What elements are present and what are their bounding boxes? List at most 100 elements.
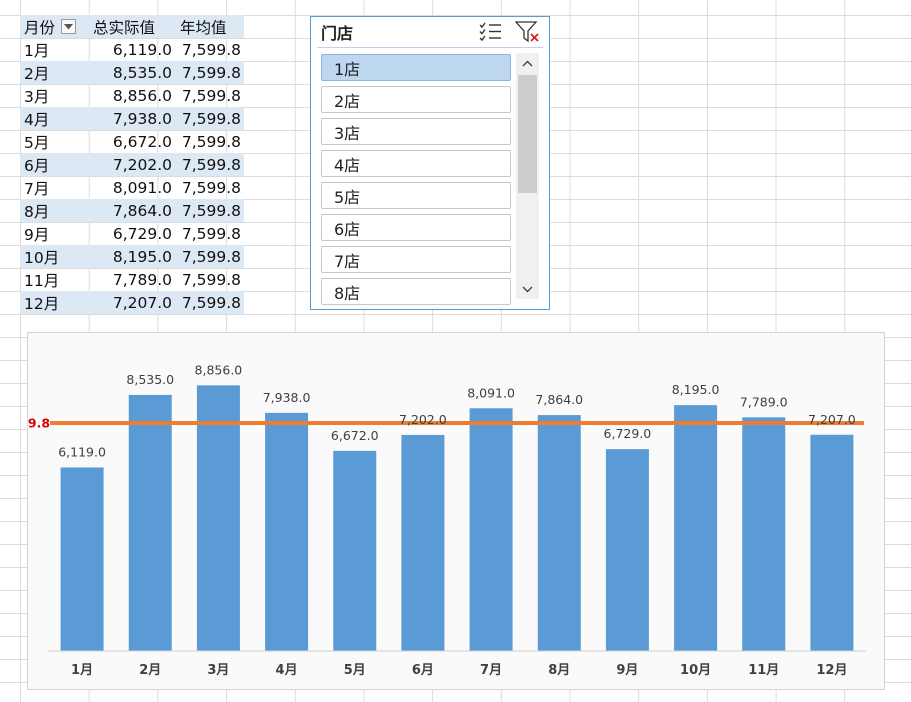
scroll-down-icon[interactable] <box>516 279 539 299</box>
data-label: 7,202.0 <box>399 412 447 427</box>
actual-cell[interactable]: 6,729.0 <box>89 225 176 243</box>
month-cell[interactable]: 4月 <box>20 108 89 130</box>
pivot-row: 6月 7,202.0 7,599.8 <box>20 153 244 176</box>
actual-cell[interactable]: 7,864.0 <box>89 202 176 220</box>
actual-cell[interactable]: 6,672.0 <box>89 133 176 151</box>
month-cell[interactable]: 8月 <box>20 200 89 222</box>
month-cell[interactable]: 2月 <box>20 62 89 84</box>
x-tick-label: 7月 <box>480 663 502 678</box>
month-cell[interactable]: 1月 <box>20 39 89 61</box>
slicer-scrollbar[interactable] <box>516 53 539 299</box>
bar[interactable] <box>265 412 309 651</box>
month-cell[interactable]: 3月 <box>20 85 89 107</box>
filter-dropdown-icon[interactable] <box>61 19 77 34</box>
actual-cell[interactable]: 7,202.0 <box>89 156 176 174</box>
scroll-up-icon[interactable] <box>516 53 539 73</box>
avg-cell[interactable]: 7,599.8 <box>176 294 244 312</box>
bar[interactable] <box>810 434 854 651</box>
avg-cell[interactable]: 7,599.8 <box>176 64 244 82</box>
bar[interactable] <box>333 450 377 651</box>
actual-cell[interactable]: 8,195.0 <box>89 248 176 266</box>
actual-cell[interactable]: 8,856.0 <box>89 87 176 105</box>
slicer-item[interactable]: 7店 <box>321 246 511 273</box>
avg-cell[interactable]: 7,599.8 <box>176 248 244 266</box>
bar[interactable] <box>401 434 445 651</box>
pivot-row: 10月 8,195.0 7,599.8 <box>20 245 244 268</box>
slicer-header: 门店 <box>317 17 543 48</box>
actual-cell[interactable]: 7,938.0 <box>89 110 176 128</box>
bar-chart[interactable]: 7,599.8 6,119.0 1月 8,535.0 2月 8,856.0 3月 7,938.… <box>27 332 885 690</box>
pivot-row: 8月 7,864.0 7,599.8 <box>20 199 244 222</box>
x-tick-label: 11月 <box>748 663 779 678</box>
bar[interactable] <box>674 405 718 651</box>
slicer-item[interactable]: 6店 <box>321 214 511 241</box>
slicer-item[interactable]: 8店 <box>321 278 511 305</box>
header-avg-label[interactable]: 年均值 <box>176 16 244 38</box>
actual-cell[interactable]: 8,091.0 <box>89 179 176 197</box>
avg-cell[interactable]: 7,599.8 <box>176 87 244 105</box>
actual-cell[interactable]: 8,535.0 <box>89 64 176 82</box>
x-tick-label: 5月 <box>344 663 366 678</box>
bar[interactable] <box>605 449 649 651</box>
x-tick-label: 2月 <box>139 663 161 678</box>
pivot-row: 3月 8,856.0 7,599.8 <box>20 84 244 107</box>
slicer-item[interactable]: 2店 <box>321 86 511 113</box>
slicer-item[interactable]: 5店 <box>321 182 511 209</box>
avg-cell[interactable]: 7,599.8 <box>176 110 244 128</box>
pivot-row: 12月 7,207.0 7,599.8 <box>20 291 244 314</box>
multi-select-icon[interactable] <box>479 22 503 46</box>
avg-cell[interactable]: 7,599.8 <box>176 133 244 151</box>
data-label: 6,729.0 <box>604 426 652 441</box>
data-label: 8,535.0 <box>126 372 174 387</box>
bar[interactable] <box>742 417 786 651</box>
header-month-label: 月份 <box>24 18 56 37</box>
data-label: 8,856.0 <box>195 362 243 377</box>
month-cell[interactable]: 7月 <box>20 177 89 199</box>
avg-cell[interactable]: 7,599.8 <box>176 41 244 59</box>
data-label: 7,789.0 <box>740 394 788 409</box>
clear-filter-icon[interactable] <box>514 21 541 47</box>
bar[interactable] <box>537 415 581 651</box>
avg-cell[interactable]: 7,599.8 <box>176 156 244 174</box>
avg-cell[interactable]: 7,599.8 <box>176 179 244 197</box>
data-label: 7,864.0 <box>535 392 583 407</box>
slicer-title: 门店 <box>321 24 354 43</box>
pivot-table: 月份 总实际值 年均值 1月 6,119.0 7,599.8 2月 8,535.0 7,5… <box>20 15 244 314</box>
bar[interactable] <box>469 408 513 651</box>
month-cell[interactable]: 6月 <box>20 154 89 176</box>
bar[interactable] <box>128 394 172 651</box>
scroll-thumb[interactable] <box>518 75 537 193</box>
store-slicer[interactable]: 门店 1店 2店 3店 4店 5店 6店 7店 8店 <box>310 16 550 310</box>
data-label: 6,119.0 <box>58 444 106 459</box>
x-tick-label: 4月 <box>276 663 298 678</box>
month-cell[interactable]: 10月 <box>20 246 89 268</box>
month-cell[interactable]: 12月 <box>20 292 89 314</box>
x-tick-label: 1月 <box>71 663 93 678</box>
bar[interactable] <box>196 385 240 651</box>
data-label: 8,091.0 <box>467 385 515 400</box>
x-tick-label: 10月 <box>680 663 711 678</box>
actual-cell[interactable]: 6,119.0 <box>89 41 176 59</box>
pivot-row: 11月 7,789.0 7,599.8 <box>20 268 244 291</box>
avg-cell[interactable]: 7,599.8 <box>176 225 244 243</box>
month-cell[interactable]: 5月 <box>20 131 89 153</box>
slicer-item[interactable]: 1店 <box>321 54 511 81</box>
avg-cell[interactable]: 7,599.8 <box>176 271 244 289</box>
header-actual-label[interactable]: 总实际值 <box>89 16 176 38</box>
pivot-row: 4月 7,938.0 7,599.8 <box>20 107 244 130</box>
avg-cell[interactable]: 7,599.8 <box>176 202 244 220</box>
month-cell[interactable]: 11月 <box>20 269 89 291</box>
month-cell[interactable]: 9月 <box>20 223 89 245</box>
pivot-row: 7月 8,091.0 7,599.8 <box>20 176 244 199</box>
slicer-item[interactable]: 4店 <box>321 150 511 177</box>
pivot-row: 5月 6,672.0 7,599.8 <box>20 130 244 153</box>
x-tick-label: 9月 <box>616 663 638 678</box>
x-tick-label: 3月 <box>207 663 229 678</box>
slicer-item[interactable]: 3店 <box>321 118 511 145</box>
actual-cell[interactable]: 7,789.0 <box>89 271 176 289</box>
header-month-cell[interactable]: 月份 <box>20 16 89 38</box>
pivot-row: 9月 6,729.0 7,599.8 <box>20 222 244 245</box>
data-label: 7,938.0 <box>263 390 311 405</box>
bar[interactable] <box>60 467 104 651</box>
actual-cell[interactable]: 7,207.0 <box>89 294 176 312</box>
